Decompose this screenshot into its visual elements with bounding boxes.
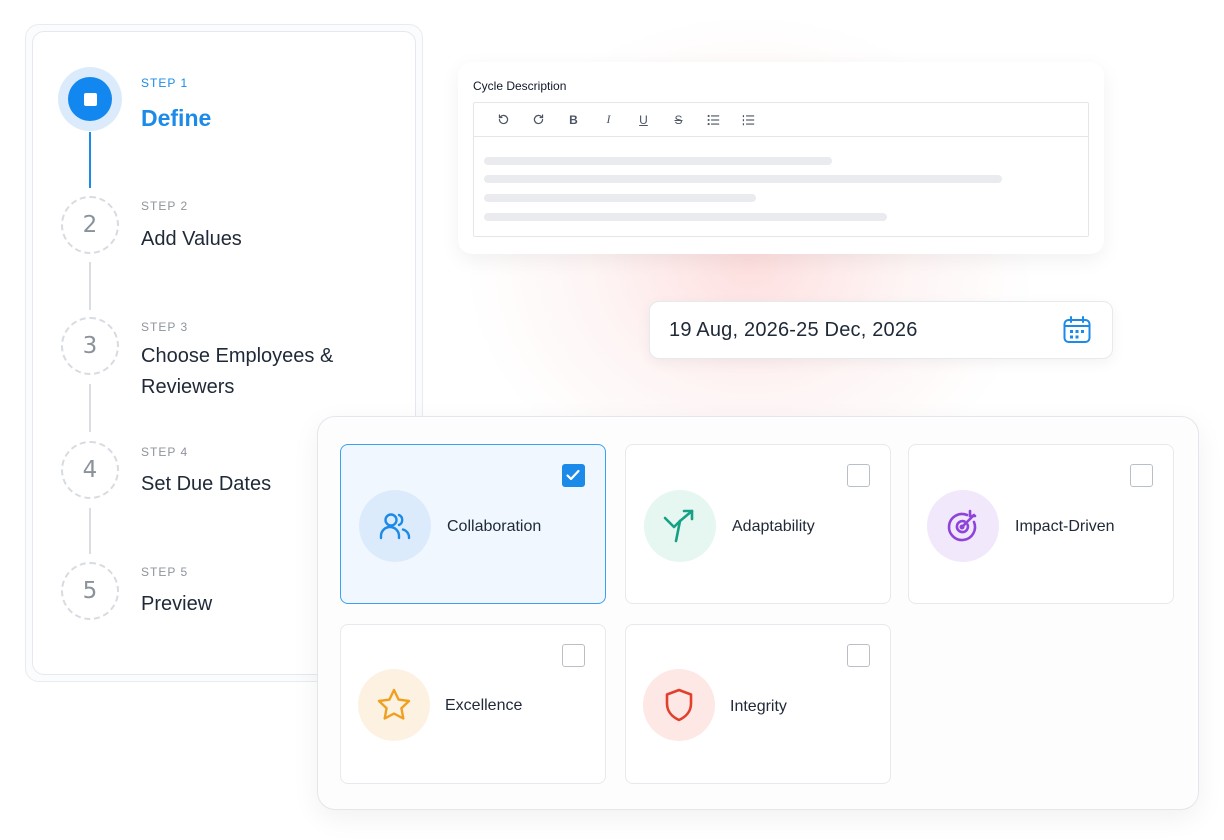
- shield-icon: [665, 688, 693, 722]
- value-icon-badge: [643, 669, 715, 741]
- value-label: Integrity: [730, 698, 787, 715]
- text-placeholder-line: [484, 175, 1002, 183]
- step-title: Choose Employees & Reviewers: [141, 345, 334, 398]
- step-connector: [89, 262, 91, 310]
- underline-button[interactable]: U: [626, 103, 661, 137]
- value-checkbox[interactable]: [562, 644, 585, 667]
- undo-icon: [498, 114, 509, 125]
- value-icon-badge: [359, 490, 431, 562]
- star-icon: [377, 688, 411, 720]
- italic-button[interactable]: I: [591, 103, 626, 137]
- calendar-icon[interactable]: [1062, 315, 1092, 345]
- redo-icon: [533, 114, 544, 125]
- value-card-integrity[interactable]: Integrity: [625, 624, 891, 784]
- value-icon-badge: [927, 490, 999, 562]
- value-card-collaboration[interactable]: Collaboration: [340, 444, 606, 604]
- text-placeholder-line: [484, 194, 756, 202]
- value-label: Adaptability: [732, 518, 815, 535]
- value-checkbox[interactable]: [847, 464, 870, 487]
- step-label: STEP 1: [141, 76, 189, 90]
- value-label: Collaboration: [447, 518, 542, 535]
- check-icon: [566, 469, 580, 481]
- step-title: Add Values: [141, 228, 242, 250]
- numbered-list-icon: [742, 114, 755, 125]
- step-number-circle: 4: [61, 441, 119, 499]
- step-active-indicator: [58, 67, 122, 131]
- bold-button[interactable]: B: [556, 103, 591, 137]
- step-connector: [89, 508, 91, 554]
- bullet-list-button[interactable]: [696, 103, 731, 137]
- value-checkbox[interactable]: [1130, 464, 1153, 487]
- value-checkbox[interactable]: [562, 464, 585, 487]
- undo-button[interactable]: [486, 103, 521, 137]
- step-label: STEP 4: [141, 445, 189, 459]
- date-range-value: 19 Aug, 2026-25 Dec, 2026: [669, 318, 918, 341]
- value-label: Impact-Driven: [1015, 518, 1115, 535]
- step-label: STEP 3: [141, 320, 189, 334]
- step-number-circle: 2: [61, 196, 119, 254]
- rich-text-editor[interactable]: B I U S: [473, 102, 1089, 237]
- step-connector: [89, 132, 91, 188]
- strikethrough-button[interactable]: S: [661, 103, 696, 137]
- value-card-adaptability[interactable]: Adaptability: [625, 444, 891, 604]
- split-arrow-icon: [663, 509, 694, 543]
- step-number-circle: 5: [61, 562, 119, 620]
- bullet-list-icon: [707, 114, 720, 125]
- value-card-impact-driven[interactable]: Impact-Driven: [908, 444, 1174, 604]
- stop-icon: [83, 92, 97, 106]
- value-label: Excellence: [445, 697, 523, 714]
- editor-title: Cycle Description: [473, 79, 567, 93]
- step-title: Define: [141, 105, 212, 131]
- step-connector: [89, 384, 91, 432]
- date-range-field[interactable]: 19 Aug, 2026-25 Dec, 2026: [649, 301, 1113, 359]
- value-icon-badge: [358, 669, 430, 741]
- target-icon: [947, 509, 977, 542]
- value-icon-badge: [644, 490, 716, 562]
- step-label: STEP 2: [141, 199, 189, 213]
- values-panel: Collaboration Adaptability Impact-Driven…: [317, 416, 1199, 810]
- text-placeholder-line: [484, 213, 887, 221]
- step-label: STEP 5: [141, 565, 189, 579]
- step-number-circle: 3: [61, 317, 119, 375]
- numbered-list-button[interactable]: [731, 103, 766, 137]
- value-card-excellence[interactable]: Excellence: [340, 624, 606, 784]
- editor-toolbar: B I U S: [474, 103, 1088, 137]
- redo-button[interactable]: [521, 103, 556, 137]
- value-checkbox[interactable]: [847, 644, 870, 667]
- cycle-description-card: Cycle Description B I U S: [458, 62, 1104, 254]
- text-placeholder-line: [484, 157, 832, 165]
- users-icon: [379, 513, 411, 540]
